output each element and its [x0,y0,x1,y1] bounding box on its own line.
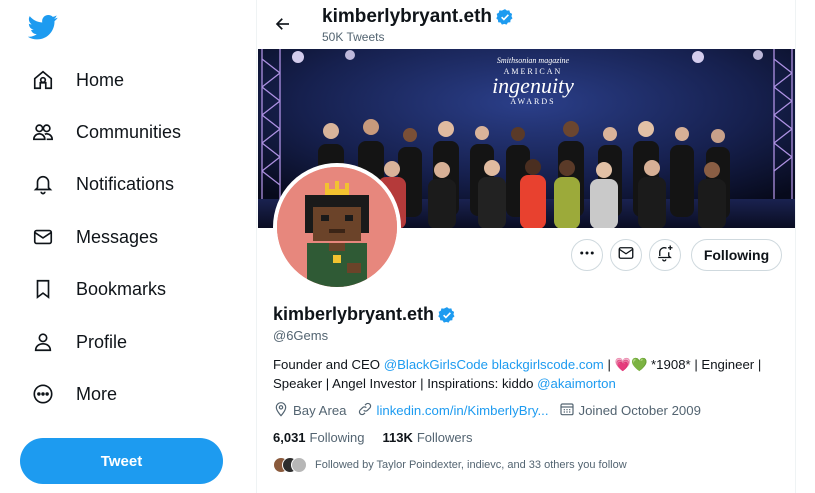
heart-emoji-icon: 💗💚 [614,357,648,372]
joined-text: Joined October 2009 [578,403,701,418]
sidebar-item-bookmarks[interactable]: Bookmarks [24,267,174,311]
sidebar-item-more[interactable]: More [24,372,125,416]
sidebar-item-label: Bookmarks [76,278,167,299]
profile-bio: Founder and CEO @BlackGirlsCode blackgir… [273,355,788,393]
home-icon [32,69,54,91]
envelope-icon [32,226,54,248]
banner-sign-line4: AWARDS [510,97,555,106]
follow-stats: 6,031 Following 113K Followers [273,430,490,445]
sidebar-item-label: Notifications [76,173,175,194]
person-icon [32,331,54,353]
following-button[interactable]: Following [691,239,782,271]
banner-sign-line1: Smithsonian magazine [497,56,570,65]
link-icon [357,401,377,420]
banner-sign-line3: ingenuity [492,73,574,98]
followed-by-text: Followed by Taylor Poindexter, indievc, … [315,459,627,471]
bio-url-link[interactable]: blackgirlscode.com [492,357,604,372]
profile-column: kimberlybryant.eth 50K Tweets Smithsonia… [256,0,796,493]
bio-text: Founder and CEO [273,357,384,372]
more-dots-icon [578,244,596,267]
profile-name: kimberlybryant.eth [273,304,435,324]
followers-label: Followers [416,430,473,445]
joined-item: Joined October 2009 [559,401,701,420]
avatar [291,457,307,473]
tweet-count: 50K Tweets [322,30,385,44]
back-arrow-icon[interactable] [271,12,295,36]
header-title: kimberlybryant.eth [322,6,514,28]
notify-button[interactable] [649,239,681,271]
sidebar-item-label: More [76,383,118,404]
location-text: Bay Area [293,403,347,418]
following-label: Following [309,430,365,445]
bookmark-icon [32,278,54,300]
sidebar-item-notifications[interactable]: Notifications [24,162,182,206]
message-button[interactable] [610,239,642,271]
communities-icon [32,121,54,143]
profile-header-bar: kimberlybryant.eth 50K Tweets [257,0,795,49]
sidebar-item-profile[interactable]: Profile [24,320,135,364]
website-item: linkedin.com/in/KimberlyBry... [357,401,549,420]
verified-badge-icon [438,306,456,324]
calendar-icon [559,401,579,420]
followers-count: 113K [382,430,413,445]
profile-name-row: kimberlybryant.eth [273,304,456,325]
sidebar-item-label: Messages [76,226,159,247]
tweet-button[interactable]: Tweet [20,438,223,484]
followed-by-row[interactable]: Followed by Taylor Poindexter, indievc, … [273,457,627,473]
website-link[interactable]: linkedin.com/in/KimberlyBry... [377,403,549,418]
profile-meta: Bay Area linkedin.com/in/KimberlyBry... … [273,401,711,420]
profile-avatar[interactable] [273,163,401,291]
header-name: kimberlybryant.eth [322,6,492,27]
bio-mention-link[interactable]: @BlackGirlsCode [384,357,488,372]
envelope-icon [617,244,635,267]
bio-mention-link[interactable]: @akaimorton [537,376,616,391]
following-count-link[interactable]: 6,031 Following [273,430,364,445]
verified-badge-icon [496,8,514,26]
sidebar-item-label: Home [76,69,125,90]
more-circle-icon [32,383,54,405]
sidebar-item-communities[interactable]: Communities [24,110,189,154]
sidebar: Home Communities Notifications Messages … [0,0,256,493]
location-pin-icon [273,401,293,420]
sidebar-item-label: Communities [76,121,182,142]
sidebar-item-label: Profile [76,331,128,352]
profile-handle: @6Gems [273,328,329,343]
sidebar-item-messages[interactable]: Messages [24,215,166,259]
bell-plus-icon [656,244,674,267]
sidebar-item-home[interactable]: Home [24,58,132,102]
location-item: Bay Area [273,401,347,420]
bell-icon [32,173,54,195]
bio-text: | [603,357,615,372]
following-count: 6,031 [273,430,306,445]
followers-count-link[interactable]: 113K Followers [382,430,472,445]
more-options-button[interactable] [571,239,603,271]
twitter-logo-icon[interactable] [27,12,58,42]
